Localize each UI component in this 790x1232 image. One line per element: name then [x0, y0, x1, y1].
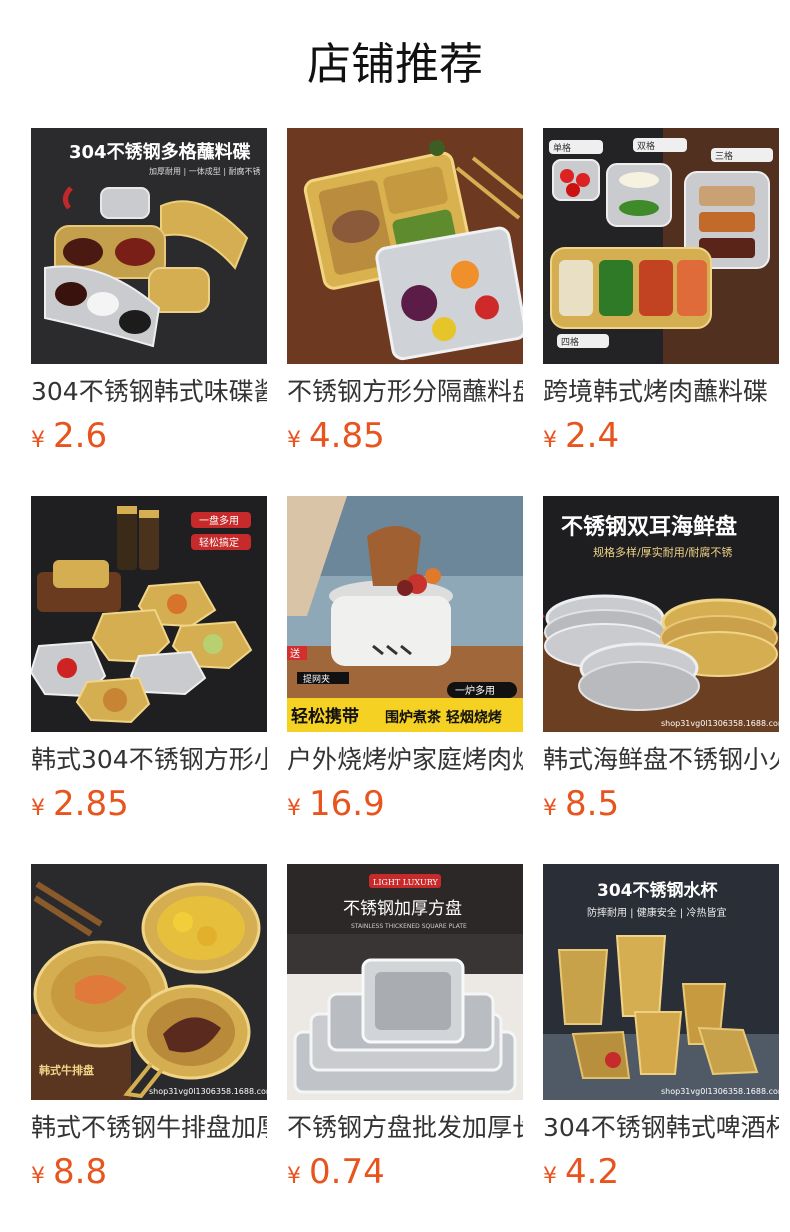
image-label: 韩式牛排盘	[39, 1063, 94, 1077]
price-amount: 4.85	[309, 416, 385, 456]
price-amount: 8.5	[565, 784, 620, 824]
product-name[interactable]: 韩式304不锈钢方形小菜盘	[31, 742, 267, 778]
product-name[interactable]: 韩式不锈钢牛排盘加厚	[31, 1110, 267, 1146]
product-name[interactable]: 跨境韩式烤肉蘸料碟	[543, 374, 779, 410]
image-heading: 不锈钢双耳海鲜盘	[561, 514, 737, 540]
product-price: ¥8.5	[543, 782, 619, 826]
currency-symbol: ¥	[31, 428, 45, 453]
product-image[interactable]: 单格 双格 三格 四格	[543, 128, 779, 364]
product-image[interactable]: 一盘多用 轻松搞定	[31, 496, 267, 732]
price-amount: 2.85	[53, 784, 129, 824]
product-image[interactable]: 送 提网夹 一炉多用 轻松携带 围炉煮茶 轻烟烧烤	[287, 496, 523, 732]
product-image[interactable]: 304不锈钢多格蘸料碟 加厚耐用 | 一体成型 | 耐腐不锈	[31, 128, 267, 364]
product-image[interactable]	[287, 128, 523, 364]
image-subheading: STAINLESS THICKENED SQUARE PLATE	[351, 923, 467, 930]
currency-symbol: ¥	[543, 796, 557, 821]
price-amount: 0.74	[309, 1152, 385, 1192]
product-name[interactable]: 韩式海鲜盘不锈钢小火锅	[543, 742, 779, 778]
image-badge: 送	[290, 647, 300, 660]
image-tag: 单格	[553, 142, 571, 154]
product-card[interactable]: 一盘多用 轻松搞定 韩式304不锈钢方形小 ¥ 2.85	[31, 496, 267, 824]
image-subheading: 规格多样/厚实耐用/耐腐不锈	[593, 545, 732, 559]
image-label: 提网夹	[303, 673, 330, 685]
currency-symbol: ¥	[287, 1164, 301, 1189]
product-card[interactable]: LIGHT LUXURY 不锈钢加厚方盘 STAINLESS THICKENED…	[287, 864, 523, 1192]
image-subheading: 加厚耐用 | 一体成型 | 耐腐不锈	[149, 166, 261, 176]
image-banner-2: 围炉煮茶 轻烟烧烤	[385, 709, 502, 726]
image-heading: 304不锈钢多格蘸料碟	[69, 141, 251, 163]
price-amount: 2.6	[53, 416, 108, 456]
image-watermark: shop31vg0l1306358.1688.com	[661, 1087, 779, 1096]
product-card[interactable]: 不锈钢双耳海鲜盘 规格多样/厚实耐用/耐腐不锈 shop31vg0l130635…	[543, 496, 779, 824]
product-card[interactable]: 304不锈钢水杯 防摔耐用 | 健康安全 | 冷热皆宜 shop31vg0l13…	[543, 864, 779, 1192]
image-tag: 一炉多用	[455, 684, 495, 697]
currency-symbol: ¥	[543, 1164, 557, 1189]
price-amount: 8.8	[53, 1152, 108, 1192]
product-card[interactable]: 送 提网夹 一炉多用 轻松携带 围炉煮茶 轻烟烧烤 户外烧烤炉家庭烤肉炉 ¥16…	[287, 496, 523, 824]
product-price: ¥8.8	[31, 1150, 107, 1194]
currency-symbol: ¥	[287, 796, 301, 821]
price-amount: 16.9	[309, 784, 385, 824]
currency-symbol: ¥	[287, 428, 301, 453]
product-image[interactable]: LIGHT LUXURY 不锈钢加厚方盘 STAINLESS THICKENED…	[287, 864, 523, 1100]
product-name[interactable]: 户外烧烤炉家庭烤肉炉	[287, 742, 523, 778]
image-watermark: shop31vg0l1306358.1688.com	[149, 1087, 267, 1096]
currency-symbol: ¥	[543, 428, 557, 453]
image-tag: 一盘多用	[199, 514, 239, 527]
shop-recommend-page: 店铺推荐 304不锈钢多格蘸料碟 加厚耐用 | 一体成型 | 耐腐不锈 304不…	[0, 0, 790, 1232]
product-grid: 304不锈钢多格蘸料碟 加厚耐用 | 一体成型 | 耐腐不锈 304不锈钢韩式味…	[31, 128, 779, 1192]
section-title: 店铺推荐	[307, 39, 483, 90]
product-price: ¥2.85	[31, 782, 129, 826]
image-tag: 三格	[715, 150, 733, 162]
currency-symbol: ¥	[31, 796, 45, 821]
price-amount: 4.2	[565, 1152, 620, 1192]
image-subheading: 防摔耐用 | 健康安全 | 冷热皆宜	[587, 906, 726, 919]
product-name[interactable]: 不锈钢方盘批发加厚长方形	[287, 1110, 523, 1146]
product-image[interactable]: 304不锈钢水杯 防摔耐用 | 健康安全 | 冷热皆宜 shop31vg0l13…	[543, 864, 779, 1100]
product-price: ¥2.4	[543, 414, 619, 458]
image-badge: LIGHT LUXURY	[373, 878, 439, 887]
product-card[interactable]: 单格 双格 三格 四格 跨境韩式烤肉蘸料碟 ¥ 2.4	[543, 128, 779, 456]
image-banner: 轻松携带	[291, 706, 359, 727]
product-price: ¥0.74	[287, 1150, 385, 1194]
product-card[interactable]: 304不锈钢多格蘸料碟 加厚耐用 | 一体成型 | 耐腐不锈 304不锈钢韩式味…	[31, 128, 267, 456]
image-watermark: shop31vg0l1306358.1688.com	[661, 719, 779, 728]
product-card[interactable]: 不锈钢方形分隔蘸料盘 ¥4.85	[287, 128, 523, 456]
product-image[interactable]: 不锈钢双耳海鲜盘 规格多样/厚实耐用/耐腐不锈 shop31vg0l130635…	[543, 496, 779, 732]
image-heading: 不锈钢加厚方盘	[343, 899, 462, 919]
product-price: ¥16.9	[287, 782, 385, 826]
product-card[interactable]: 韩式牛排盘 shop31vg0l1306358.1688.com 韩式不锈钢牛排…	[31, 864, 267, 1192]
product-name[interactable]: 不锈钢方形分隔蘸料盘	[287, 374, 523, 410]
image-heading: 304不锈钢水杯	[597, 880, 718, 901]
image-tag: 双格	[637, 140, 655, 152]
currency-symbol: ¥	[31, 1164, 45, 1189]
product-price: ¥2.6	[31, 414, 107, 458]
product-image[interactable]: 韩式牛排盘 shop31vg0l1306358.1688.com	[31, 864, 267, 1100]
image-tag: 四格	[561, 336, 579, 348]
product-price: ¥4.85	[287, 414, 385, 458]
image-tag: 轻松搞定	[199, 536, 239, 549]
price-amount: 2.4	[565, 416, 620, 456]
product-name[interactable]: 304不锈钢韩式啤酒杯	[543, 1110, 779, 1146]
product-price: ¥4.2	[543, 1150, 619, 1194]
product-name[interactable]: 304不锈钢韩式味碟酱料碟	[31, 374, 267, 410]
